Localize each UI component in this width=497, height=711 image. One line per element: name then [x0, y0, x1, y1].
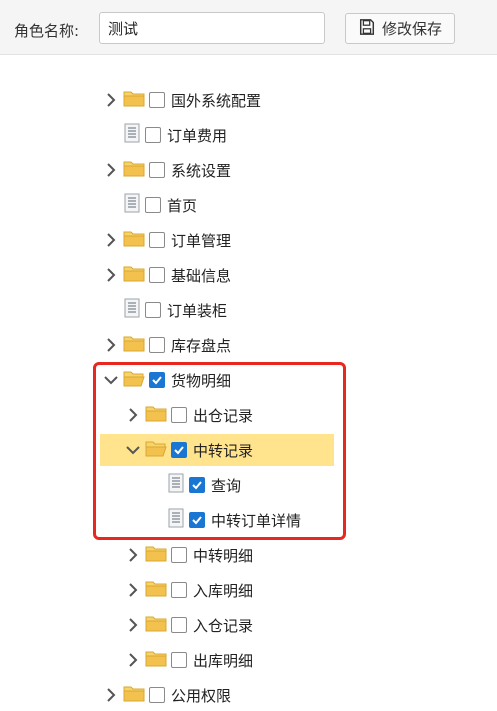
tree-folder-node[interactable]: 系统设置: [102, 154, 231, 186]
tree-folder-node[interactable]: 中转明细: [124, 539, 253, 571]
checkbox-unchecked[interactable]: [149, 232, 165, 248]
chevron-right-icon[interactable]: [124, 581, 142, 599]
tree-node-label[interactable]: 出库明细: [193, 650, 253, 671]
tree-leaf-node[interactable]: 查询: [146, 469, 241, 501]
chevron-down-icon[interactable]: [102, 371, 120, 389]
folder-icon: [123, 264, 145, 286]
tree-node-label[interactable]: 中转明细: [193, 545, 253, 566]
tree-folder-node[interactable]: 入库明细: [124, 574, 253, 606]
checkbox-checked[interactable]: [189, 477, 205, 493]
tree-node-label[interactable]: 订单装柜: [167, 300, 227, 321]
document-icon: [167, 473, 185, 497]
checkbox-unchecked[interactable]: [171, 582, 187, 598]
folder-icon: [145, 579, 167, 601]
chevron-right-icon[interactable]: [102, 91, 120, 109]
checkbox-unchecked[interactable]: [171, 407, 187, 423]
chevron-right-icon[interactable]: [102, 336, 120, 354]
chevron-right-icon[interactable]: [102, 161, 120, 179]
checkbox-checked[interactable]: [149, 372, 165, 388]
tree-node-label[interactable]: 订单费用: [167, 125, 227, 146]
checkbox-unchecked[interactable]: [145, 302, 161, 318]
chevron-right-icon[interactable]: [102, 266, 120, 284]
checkbox-unchecked[interactable]: [149, 267, 165, 283]
checkbox-checked[interactable]: [189, 512, 205, 528]
checkbox-unchecked[interactable]: [149, 162, 165, 178]
tree-folder-node[interactable]: 国外系统配置: [102, 84, 261, 116]
tree-leaf-node[interactable]: 中转订单详情: [146, 504, 301, 536]
tree-folder-node[interactable]: 货物明细: [102, 364, 231, 396]
folder-icon: [123, 334, 145, 356]
role-name-label: 角色名称:: [14, 22, 80, 40]
tree-node-label[interactable]: 入仓记录: [193, 615, 253, 636]
tree-node-label[interactable]: 基础信息: [171, 265, 231, 286]
tree-node-label[interactable]: 中转记录: [193, 440, 253, 461]
tree-node-label[interactable]: 查询: [211, 475, 241, 496]
tree-folder-node[interactable]: 中转记录: [100, 434, 334, 466]
tree-leaf-node[interactable]: 订单费用: [102, 119, 227, 151]
tree-node-label[interactable]: 出仓记录: [193, 405, 253, 426]
tree-leaf-node[interactable]: 订单装柜: [102, 294, 227, 326]
tree-folder-node[interactable]: 订单管理: [102, 224, 231, 256]
save-button-label: 修改保存: [381, 20, 442, 38]
toolbar: 角色名称: 修改保存: [0, 0, 497, 55]
tree-folder-node[interactable]: 入仓记录: [124, 609, 253, 641]
folder-open-icon: [145, 439, 167, 461]
tree-node-label[interactable]: 库存盘点: [171, 335, 231, 356]
chevron-down-icon[interactable]: [124, 441, 142, 459]
tree-node-label[interactable]: 公用权限: [171, 685, 231, 706]
checkbox-unchecked[interactable]: [145, 127, 161, 143]
role-name-input[interactable]: [99, 12, 325, 44]
tree-node-label[interactable]: 中转订单详情: [211, 510, 301, 531]
chevron-right-icon[interactable]: [124, 406, 142, 424]
tree-node-label[interactable]: 首页: [167, 195, 197, 216]
tree-folder-node[interactable]: 基础信息: [102, 259, 231, 291]
checkbox-unchecked[interactable]: [171, 547, 187, 563]
folder-icon: [123, 684, 145, 706]
chevron-right-icon[interactable]: [124, 651, 142, 669]
document-icon: [123, 298, 141, 322]
tree-folder-node[interactable]: 出仓记录: [124, 399, 253, 431]
document-icon: [167, 508, 185, 532]
folder-icon: [123, 229, 145, 251]
folder-icon: [123, 89, 145, 111]
folder-icon: [123, 159, 145, 181]
tree-folder-node[interactable]: 库存盘点: [102, 329, 231, 361]
document-icon: [123, 123, 141, 147]
checkbox-checked[interactable]: [171, 442, 187, 458]
tree-node-label[interactable]: 入库明细: [193, 580, 253, 601]
tree-folder-node[interactable]: 出库明细: [124, 644, 253, 676]
checkbox-unchecked[interactable]: [145, 197, 161, 213]
folder-icon: [145, 649, 167, 671]
tree-node-label[interactable]: 订单管理: [171, 230, 231, 251]
chevron-right-icon[interactable]: [124, 546, 142, 564]
tree-leaf-node[interactable]: 首页: [102, 189, 197, 221]
folder-icon: [145, 544, 167, 566]
checkbox-unchecked[interactable]: [171, 617, 187, 633]
save-button[interactable]: 修改保存: [345, 13, 455, 44]
checkbox-unchecked[interactable]: [149, 337, 165, 353]
checkbox-unchecked[interactable]: [171, 652, 187, 668]
folder-icon: [145, 614, 167, 636]
folder-open-icon: [123, 369, 145, 391]
tree-node-label[interactable]: 货物明细: [171, 370, 231, 391]
checkbox-unchecked[interactable]: [149, 687, 165, 703]
folder-icon: [145, 404, 167, 426]
tree-node-label[interactable]: 系统设置: [171, 160, 231, 181]
save-icon: [358, 18, 376, 40]
chevron-right-icon[interactable]: [102, 686, 120, 704]
tree-folder-node[interactable]: 公用权限: [102, 679, 231, 711]
tree-node-label[interactable]: 国外系统配置: [171, 90, 261, 111]
checkbox-unchecked[interactable]: [149, 92, 165, 108]
chevron-right-icon[interactable]: [102, 231, 120, 249]
chevron-right-icon[interactable]: [124, 616, 142, 634]
document-icon: [123, 193, 141, 217]
